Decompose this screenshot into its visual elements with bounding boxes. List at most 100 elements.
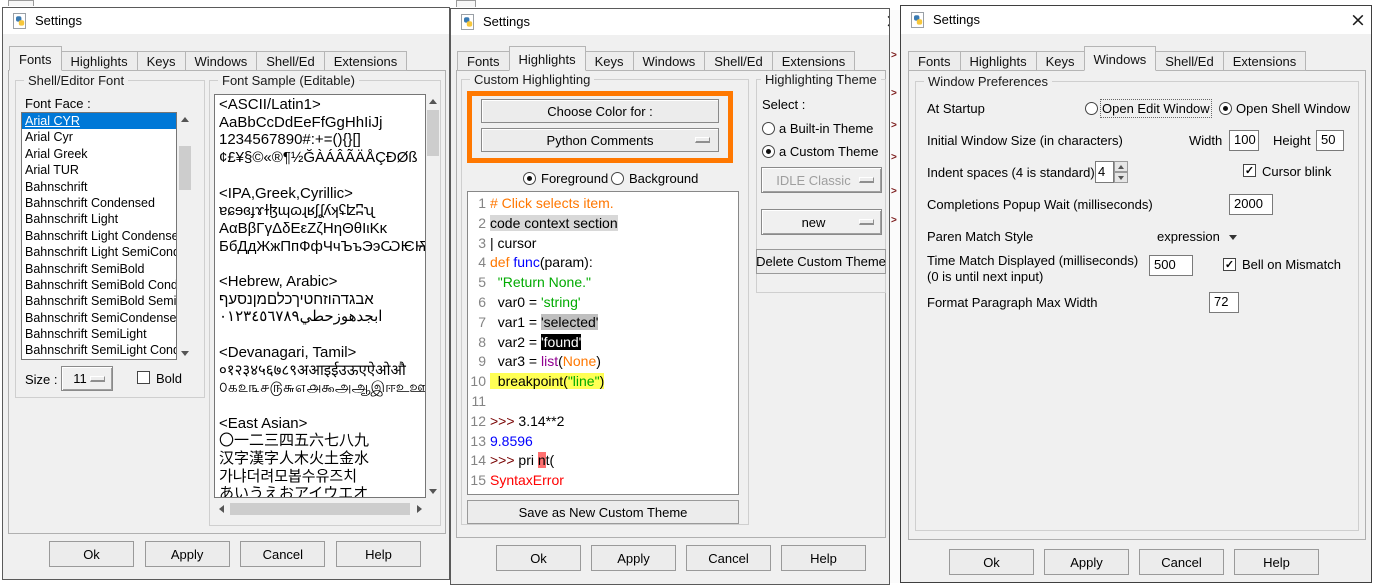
font-list-item[interactable]: Bahnschrift [22, 179, 176, 195]
code-segment[interactable]: var3 = [490, 353, 541, 369]
time-match-input[interactable]: 500 [1149, 255, 1193, 276]
code-segment[interactable]: n [538, 452, 546, 468]
apply-button[interactable]: Apply [145, 541, 230, 567]
code-segment[interactable]: (param): [540, 254, 593, 270]
help-button[interactable]: Help [336, 541, 421, 567]
custom-theme-dropdown[interactable]: new [761, 209, 882, 235]
ok-button[interactable]: Ok [496, 545, 581, 571]
font-list-item[interactable]: Bahnschrift SemiCondensed [22, 310, 176, 326]
code-segment[interactable]: 3.14**2 [515, 413, 565, 429]
chevron-down-icon[interactable] [1229, 235, 1237, 240]
highlight-target-dropdown[interactable]: Python Comments [481, 128, 719, 152]
delete-custom-theme-button[interactable]: Delete Custom Theme [756, 249, 886, 274]
bell-on-mismatch-checkbox[interactable] [1223, 258, 1236, 271]
font-list-item[interactable]: Bahnschrift Light SemiConde [22, 244, 176, 260]
tab-fonts[interactable]: Fonts [457, 51, 510, 71]
close-icon[interactable]: × [1349, 10, 1367, 30]
font-list-item[interactable]: Bahnschrift Condensed [22, 195, 176, 211]
builtin-theme-dropdown[interactable]: IDLE Classic [761, 167, 882, 193]
tab-shelled[interactable]: Shell/Ed [256, 51, 324, 71]
code-segment[interactable]: # Click selects item. [490, 195, 614, 211]
titlebar[interactable]: Settings [3, 8, 449, 34]
foreground-radio[interactable] [523, 172, 536, 185]
scroll-up-arrow[interactable] [426, 94, 440, 108]
font-list-item[interactable]: Bahnschrift Light [22, 211, 176, 227]
code-segment[interactable]: t( [546, 452, 555, 468]
scroll-down-arrow[interactable] [426, 484, 440, 498]
cancel-button[interactable]: Cancel [240, 541, 325, 567]
font-face-listbox[interactable]: Arial CYRArial CyrArial GreekArial TURBa… [21, 112, 177, 360]
format-paragraph-input[interactable]: 72 [1209, 292, 1239, 313]
scroll-up-arrow[interactable] [178, 112, 192, 126]
code-segment[interactable]: None [563, 353, 596, 369]
open-edit-window-radio[interactable] [1085, 102, 1098, 115]
font-list-item[interactable]: Arial CYR [22, 113, 176, 129]
font-list-item[interactable]: Bahnschrift SemiLight Conde [22, 342, 176, 358]
font-list-item[interactable]: Arial TUR [22, 162, 176, 178]
cursor-blink-checkbox[interactable] [1243, 164, 1256, 177]
scroll-left-arrow[interactable] [214, 502, 228, 516]
tab-highlights[interactable]: Highlights [960, 51, 1037, 71]
open-edit-window-label[interactable]: Open Edit Window [1102, 101, 1210, 116]
font-list-scrollbar[interactable] [178, 112, 192, 360]
highlight-sample-box[interactable]: 1# Click selects item.2code context sect… [467, 191, 739, 495]
font-list-item[interactable]: Arial Greek [22, 146, 176, 162]
code-segment[interactable]: 'selected' [541, 314, 599, 330]
font-sample-textarea[interactable]: <ASCII/Latin1> AaBbCcDdEeFfGgHhIiJj 1234… [214, 94, 426, 498]
tab-keys[interactable]: Keys [137, 51, 186, 71]
font-list-item[interactable]: Bahnschrift SemiBold SemiCo [22, 293, 176, 309]
code-segment[interactable]: breakpoint( [490, 373, 568, 389]
tab-fonts[interactable]: Fonts [908, 51, 961, 71]
code-segment[interactable]: 'string' [541, 294, 581, 310]
font-list-item[interactable]: Bahnschrift SemiBold Conder [22, 277, 176, 293]
tab-keys[interactable]: Keys [1036, 51, 1085, 71]
cancel-button[interactable]: Cancel [686, 545, 771, 571]
font-list-item[interactable]: Bahnschrift Light Condensed [22, 228, 176, 244]
builtin-theme-radio[interactable] [762, 122, 775, 135]
code-segment[interactable]: ) [600, 373, 605, 389]
custom-theme-radio[interactable] [762, 145, 775, 158]
code-segment[interactable]: list [541, 353, 558, 369]
code-segment[interactable]: var0 = [490, 294, 541, 310]
font-list-item[interactable]: Arial Cyr [22, 129, 176, 145]
cancel-button[interactable]: Cancel [1139, 549, 1224, 575]
font-size-dropdown[interactable]: 11 [61, 366, 113, 391]
save-custom-theme-button[interactable]: Save as New Custom Theme [467, 500, 739, 524]
choose-color-button[interactable]: Choose Color for : [481, 99, 719, 123]
tab-fonts[interactable]: Fonts [9, 46, 62, 71]
code-segment[interactable]: func [513, 254, 539, 270]
width-input[interactable]: 100 [1229, 130, 1259, 151]
code-segment[interactable]: SyntaxError [490, 472, 564, 488]
apply-button[interactable]: Apply [591, 545, 676, 571]
code-segment[interactable]: >>> [490, 452, 515, 468]
tab-highlights[interactable]: Highlights [61, 51, 138, 71]
scrollbar-thumb[interactable] [427, 110, 439, 156]
scroll-down-arrow[interactable] [178, 346, 192, 360]
tab-extensions[interactable]: Extensions [772, 51, 856, 71]
tab-extensions[interactable]: Extensions [324, 51, 408, 71]
sample-h-scrollbar[interactable] [214, 502, 426, 516]
code-segment[interactable]: 'found' [541, 334, 581, 350]
height-input[interactable]: 50 [1316, 130, 1344, 151]
indent-value[interactable]: 4 [1095, 161, 1114, 183]
spin-down-arrow[interactable] [1114, 172, 1128, 183]
tab-windows[interactable]: Windows [1084, 46, 1157, 71]
code-segment[interactable]: "Return None." [490, 274, 591, 290]
code-segment[interactable]: code context section [490, 215, 618, 231]
tab-shelled[interactable]: Shell/Ed [1155, 51, 1223, 71]
titlebar[interactable]: Settings × [901, 6, 1371, 34]
code-segment[interactable]: 9.8596 [490, 433, 533, 449]
completions-wait-input[interactable]: 2000 [1229, 194, 1273, 215]
open-shell-window-radio[interactable] [1219, 102, 1232, 115]
code-segment[interactable]: pri [515, 452, 538, 468]
indent-spinbox[interactable]: 4 [1095, 161, 1128, 183]
tab-shelled[interactable]: Shell/Ed [704, 51, 772, 71]
sample-v-scrollbar[interactable] [426, 94, 440, 498]
tab-highlights[interactable]: Highlights [509, 46, 586, 71]
code-segment[interactable]: | cursor [490, 235, 536, 251]
bold-checkbox[interactable] [137, 371, 150, 384]
background-radio[interactable] [611, 172, 624, 185]
code-segment[interactable]: def [490, 254, 513, 270]
tab-windows[interactable]: Windows [633, 51, 706, 71]
apply-button[interactable]: Apply [1044, 549, 1129, 575]
